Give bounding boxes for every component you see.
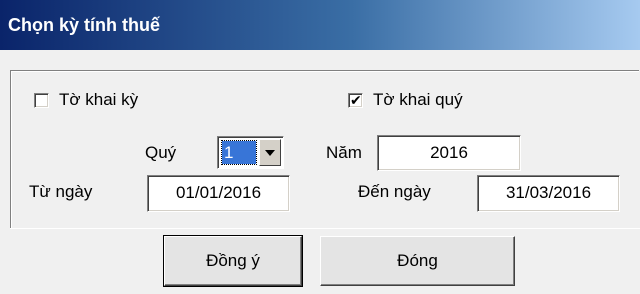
to-date-input[interactable]: 31/03/2016 <box>477 175 620 212</box>
checkmark-icon: ✔ <box>350 91 362 108</box>
chevron-down-icon <box>265 150 275 156</box>
quarterly-declaration-label: Tờ khai quý <box>373 90 463 109</box>
title-bar[interactable]: Chọn kỳ tính thuế <box>0 0 640 50</box>
from-date-input[interactable]: 01/01/2016 <box>147 175 290 212</box>
from-date-label: Từ ngày <box>29 182 93 201</box>
quarter-label: Quý <box>145 143 177 162</box>
checkbox-box[interactable] <box>34 92 49 108</box>
monthly-declaration-label: Tờ khai kỳ <box>59 90 139 109</box>
quarter-select[interactable]: 1 <box>217 136 284 169</box>
year-label: Năm <box>326 143 362 162</box>
group-divider <box>10 228 640 229</box>
monthly-declaration-checkbox[interactable]: Tờ khai kỳ <box>34 90 138 110</box>
quarter-selected-value: 1 <box>221 140 257 165</box>
quarterly-declaration-checkbox[interactable]: ✔ Tờ khai quý <box>348 90 463 110</box>
quarter-dropdown-button[interactable] <box>259 139 281 166</box>
checkbox-box[interactable]: ✔ <box>348 91 363 108</box>
year-input[interactable]: 2016 <box>377 135 521 171</box>
window-title: Chọn kỳ tính thuế <box>8 15 160 35</box>
close-button[interactable]: Đóng <box>320 236 515 286</box>
to-date-label: Đến ngày <box>358 182 431 201</box>
ok-button[interactable]: Đồng ý <box>163 235 303 287</box>
